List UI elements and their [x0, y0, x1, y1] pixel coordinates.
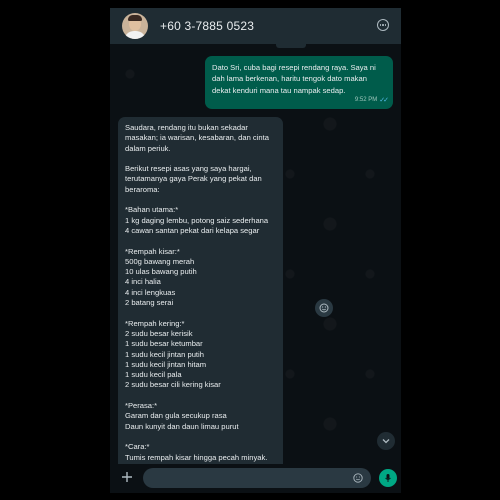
outgoing-message-text: Dato Sri, cuba bagi resepi rendang raya.…	[212, 63, 376, 95]
more-options-icon[interactable]	[377, 19, 389, 31]
avatar-hair	[128, 15, 142, 21]
menu-dot	[379, 24, 382, 26]
menu-dot	[382, 24, 384, 26]
sticker-react-icon[interactable]	[315, 299, 333, 317]
incoming-message[interactable]: Saudara, rendang itu bukan sekadar masak…	[118, 117, 283, 464]
date-chip	[276, 44, 306, 48]
sticker-icon[interactable]	[353, 473, 363, 483]
composer	[110, 464, 401, 493]
message-list[interactable]: Dato Sri, cuba bagi resepi rendang raya.…	[110, 44, 401, 464]
message-meta: 9:52 PM ✓✓	[354, 95, 389, 106]
message-time: 9:52 PM	[354, 96, 378, 103]
double-check-icon: ✓✓	[379, 96, 389, 104]
chat-window: +60 3-7885 0523 Dato Sri, cuba bagi rese…	[110, 8, 401, 493]
contact-avatar[interactable]	[122, 13, 148, 39]
microphone-icon	[385, 474, 391, 482]
menu-dot	[384, 24, 387, 26]
plus-icon[interactable]	[120, 470, 134, 484]
microphone-button[interactable]	[379, 469, 397, 487]
avatar-shirt	[124, 31, 146, 39]
chevron-down-icon	[382, 439, 390, 444]
smiley-icon	[319, 303, 329, 313]
outgoing-message[interactable]: Dato Sri, cuba bagi resepi rendang raya.…	[205, 56, 393, 109]
contact-name[interactable]: +60 3-7885 0523	[160, 19, 254, 33]
scroll-down-button[interactable]	[377, 432, 395, 450]
incoming-message-text: Saudara, rendang itu bukan sekadar masak…	[125, 123, 269, 464]
message-input[interactable]	[143, 468, 371, 488]
chat-header[interactable]: +60 3-7885 0523	[110, 8, 401, 44]
